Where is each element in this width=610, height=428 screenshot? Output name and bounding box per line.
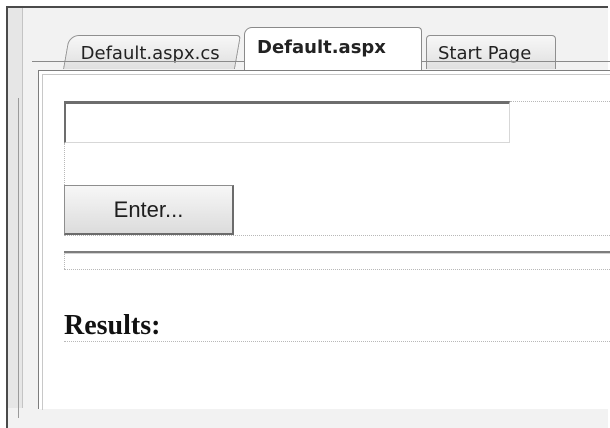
tab-default-aspx-cs[interactable]: Default.aspx.cs: [63, 35, 241, 69]
rule-row-guide: [64, 269, 610, 270]
tab-default-aspx-cs-label: Default.aspx.cs: [80, 43, 220, 64]
results-heading: Results:: [64, 310, 161, 341]
textbox-row-guide: [510, 101, 610, 102]
rule-column-guide: [64, 254, 65, 269]
textbox-dotted-guide: [64, 143, 65, 185]
enter-button[interactable]: Enter...: [64, 185, 234, 235]
document-tab-strip: Default.aspx.cs Default.aspx Start Page: [22, 8, 610, 70]
text-input[interactable]: [64, 101, 510, 143]
tab-default-aspx-label: Default.aspx: [257, 37, 386, 58]
results-row-guide: [64, 341, 610, 342]
left-rail: [8, 8, 23, 418]
tab-start-page[interactable]: Start Page: [426, 35, 556, 69]
tab-default-aspx[interactable]: Default.aspx: [244, 27, 422, 70]
button-row-guide: [64, 235, 610, 236]
horizontal-rule-shadow: [64, 253, 610, 254]
